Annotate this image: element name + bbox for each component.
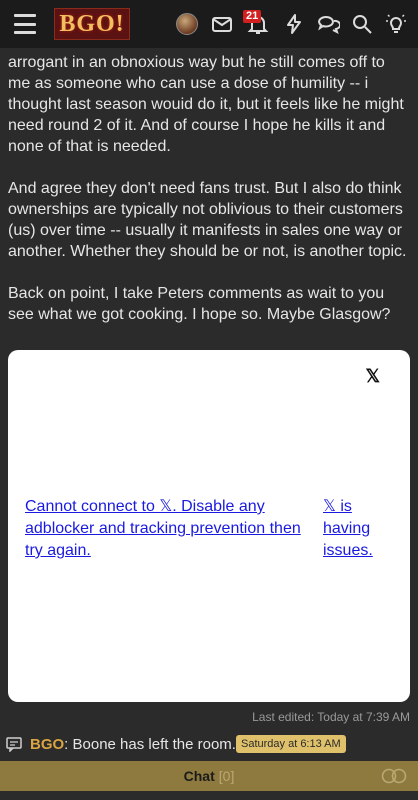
comment-icon: [6, 737, 22, 752]
x-embed-card: 𝕏 Cannot connect to 𝕏. Disable any adblo…: [8, 350, 410, 702]
chat-label[interactable]: Chat: [184, 768, 215, 784]
avatar[interactable]: [176, 13, 198, 35]
embed-error-link[interactable]: Cannot connect to 𝕏. Disable any adblock…: [25, 496, 310, 562]
search-icon[interactable]: [350, 12, 374, 36]
last-edited-label: Last edited: Today at 7:39 AM: [252, 710, 410, 724]
x-logo-icon[interactable]: 𝕏: [365, 366, 380, 387]
chat-toggle-icon[interactable]: [380, 768, 408, 784]
shoutbox-timestamp: Saturday at 6:13 AM: [236, 735, 346, 753]
shoutbox-user[interactable]: BGO: [30, 736, 64, 753]
shoutbox-message: BGO: Boone has left the room.: [30, 736, 236, 753]
menu-icon[interactable]: [14, 14, 36, 34]
logo-text: BGO!: [59, 10, 125, 37]
post-paragraph-2: And agree they don't need fans trust. Bu…: [8, 180, 407, 260]
lightbulb-icon[interactable]: [384, 12, 408, 36]
post-paragraph-3: Back on point, I take Peters comments as…: [8, 285, 391, 323]
shoutbox-row: BGO: Boone has left the room. Saturday a…: [0, 731, 418, 759]
bolt-icon[interactable]: [282, 12, 306, 36]
chat-bubbles-icon[interactable]: [316, 12, 340, 36]
top-navigation-bar: BGO! 21: [0, 0, 418, 48]
notification-badge[interactable]: 21: [243, 10, 262, 23]
chat-count: [0]: [218, 768, 235, 784]
site-logo[interactable]: BGO!: [54, 8, 130, 40]
chat-bar[interactable]: Chat [0]: [0, 761, 418, 791]
post-paragraph-1: arrogant in an obnoxious way but he stil…: [8, 54, 404, 155]
x-issues-link[interactable]: 𝕏 is having issues.: [323, 496, 383, 562]
mail-icon[interactable]: [210, 12, 234, 36]
post-body: arrogant in an obnoxious way but he stil…: [8, 48, 410, 346]
shoutbox-text: Boone has left the room.: [68, 736, 236, 753]
